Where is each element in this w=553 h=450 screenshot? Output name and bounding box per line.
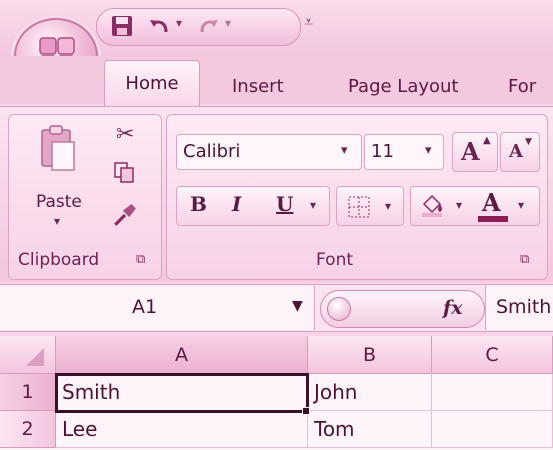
font-color-dropdown-icon[interactable]: ▾ bbox=[518, 198, 524, 212]
font-color-swatch bbox=[478, 216, 508, 222]
fill-handle[interactable] bbox=[302, 407, 310, 415]
shrink-font-caret-icon: ▼ bbox=[525, 137, 532, 147]
row-header-1[interactable]: 1 bbox=[0, 374, 56, 411]
active-cell-border bbox=[55, 373, 309, 413]
select-all-corner[interactable] bbox=[0, 336, 56, 374]
tab-page-layout[interactable]: Page Layout bbox=[348, 74, 459, 100]
column-header-b[interactable]: B bbox=[308, 336, 432, 374]
paste-dropdown-icon[interactable]: ▾ bbox=[54, 214, 60, 228]
shrink-font-button[interactable]: A ▼ bbox=[500, 132, 540, 172]
cell-a2[interactable]: Lee bbox=[56, 411, 308, 448]
insert-function-button[interactable]: fx bbox=[443, 297, 463, 319]
fill-color-dropdown-icon[interactable]: ▾ bbox=[456, 198, 462, 212]
font-group-label: Font bbox=[316, 250, 354, 270]
font-launcher-icon[interactable]: ⧉ bbox=[520, 252, 529, 267]
borders-dropdown-icon: ▾ bbox=[385, 199, 392, 213]
formula-pill-knob[interactable] bbox=[327, 297, 351, 321]
undo-icon[interactable] bbox=[148, 14, 172, 38]
bold-button[interactable]: B bbox=[190, 192, 207, 216]
formula-input-value: Smith bbox=[496, 296, 552, 318]
name-box-dropdown-icon[interactable]: ▼ bbox=[292, 298, 303, 314]
cell-b1[interactable]: John bbox=[308, 374, 432, 411]
cell-c1[interactable] bbox=[432, 374, 553, 411]
font-color-button[interactable]: A bbox=[476, 188, 512, 224]
tab-insert[interactable]: Insert bbox=[232, 74, 284, 100]
font-color-label: A bbox=[482, 188, 501, 217]
row-header-2[interactable]: 2 bbox=[0, 411, 56, 448]
font-family-select[interactable]: Calibri ▾ bbox=[176, 134, 362, 170]
clipboard-group-label: Clipboard bbox=[18, 250, 100, 270]
font-size-value: 11 bbox=[371, 141, 394, 162]
tab-formulas[interactable]: For bbox=[508, 74, 536, 100]
font-size-select[interactable]: 11 ▾ bbox=[364, 134, 444, 170]
grow-font-button[interactable]: A ▲ bbox=[452, 132, 498, 172]
borders-button[interactable]: ▾ bbox=[336, 186, 404, 226]
customize-toolbar-icon[interactable]: ⩡ bbox=[304, 12, 313, 32]
name-box-value: A1 bbox=[132, 296, 158, 318]
column-header-c[interactable]: C bbox=[432, 336, 553, 374]
tab-home[interactable]: Home bbox=[104, 60, 200, 108]
cut-icon[interactable]: ✂ bbox=[116, 122, 134, 147]
underline-button[interactable]: U bbox=[276, 192, 293, 216]
select-all-triangle-icon bbox=[26, 348, 44, 366]
font-size-dropdown-icon: ▾ bbox=[425, 143, 432, 158]
formula-controls: fx bbox=[320, 290, 485, 328]
italic-button[interactable]: I bbox=[232, 192, 241, 216]
format-painter-icon[interactable] bbox=[112, 202, 138, 228]
font-family-dropdown-icon: ▾ bbox=[341, 143, 348, 158]
grow-font-caret-icon: ▲ bbox=[483, 135, 491, 146]
redo-icon[interactable] bbox=[196, 14, 220, 38]
cell-c2[interactable] bbox=[432, 411, 553, 448]
clipboard-launcher-icon[interactable]: ⧉ bbox=[136, 252, 145, 267]
tab-home-label: Home bbox=[125, 73, 179, 94]
grow-font-label: A bbox=[461, 137, 480, 166]
borders-icon bbox=[348, 196, 370, 218]
font-family-value: Calibri bbox=[183, 141, 241, 162]
underline-dropdown-icon[interactable]: ▾ bbox=[310, 198, 316, 212]
column-header-a[interactable]: A bbox=[56, 336, 308, 374]
undo-dropdown-icon[interactable]: ▾ bbox=[176, 16, 182, 30]
paste-button-label[interactable]: Paste bbox=[36, 192, 82, 212]
copy-icon[interactable] bbox=[112, 160, 136, 184]
save-icon[interactable] bbox=[110, 14, 134, 38]
fill-color-icon[interactable] bbox=[418, 190, 446, 218]
shrink-font-label: A bbox=[509, 141, 523, 162]
formula-input[interactable]: Smith bbox=[485, 286, 553, 330]
paste-icon[interactable] bbox=[38, 120, 78, 176]
cell-b2[interactable]: Tom bbox=[308, 411, 432, 448]
name-box[interactable]: A1 ▼ bbox=[0, 286, 315, 330]
redo-dropdown-icon[interactable]: ▾ bbox=[225, 16, 231, 30]
